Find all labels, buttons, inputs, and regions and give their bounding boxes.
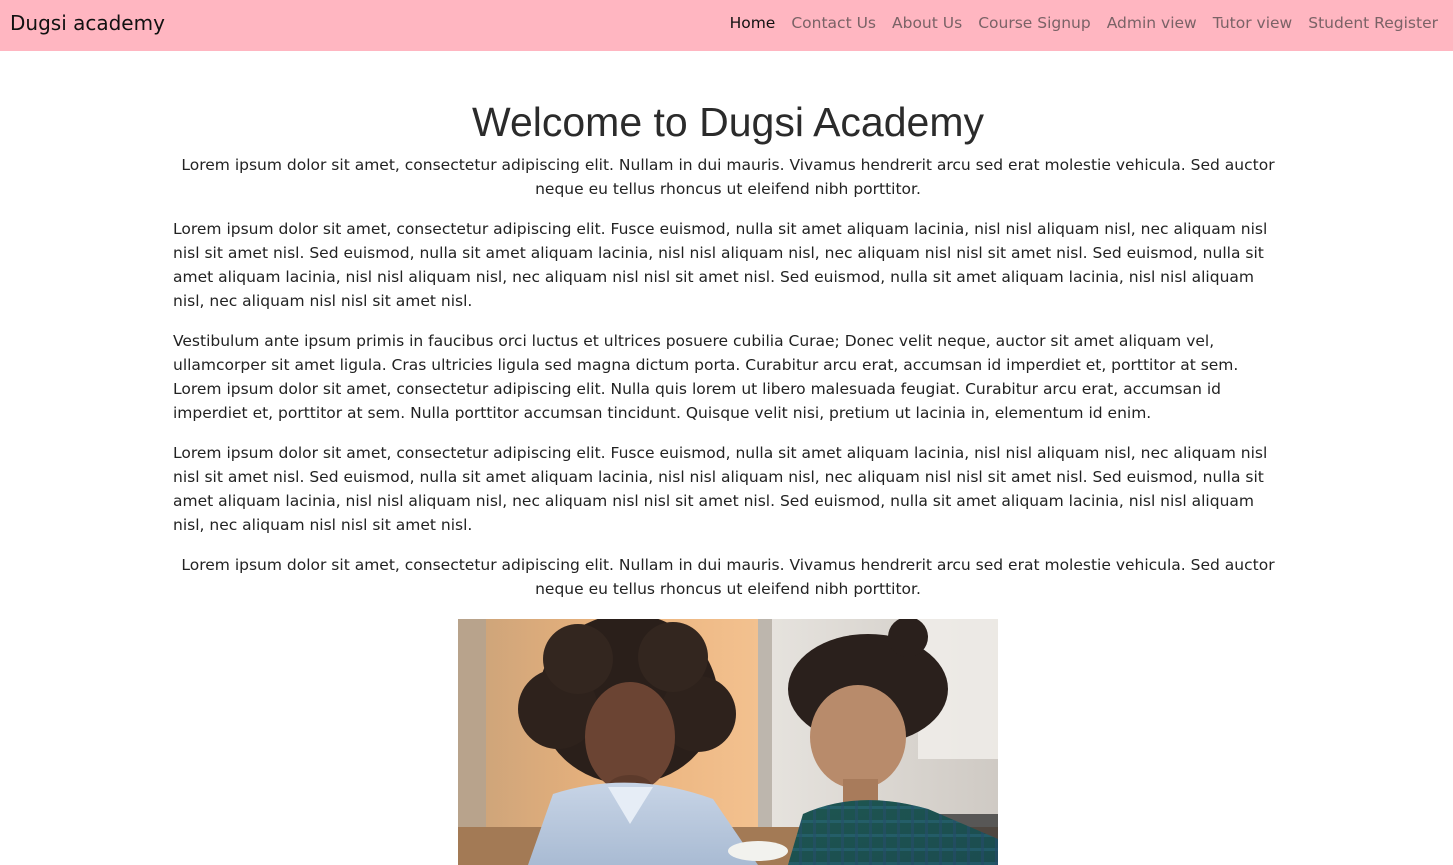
students-photo <box>458 619 998 865</box>
nav-item-about-us: About Us <box>892 13 962 33</box>
nav-link-admin-view[interactable]: Admin view <box>1107 14 1197 32</box>
nav-item-contact-us: Contact Us <box>791 13 876 33</box>
nav-link-home[interactable]: Home <box>730 14 776 32</box>
nav-links: Home Contact Us About Us Course Signup A… <box>730 13 1438 33</box>
nav-link-about-us[interactable]: About Us <box>892 14 962 32</box>
nav-item-home: Home <box>730 13 776 33</box>
body-paragraph-1: Lorem ipsum dolor sit amet, consectetur … <box>173 220 1268 310</box>
top-navbar: Dugsi academy Home Contact Us About Us C… <box>0 0 1453 51</box>
intro-paragraph: Lorem ipsum dolor sit amet, consectetur … <box>181 156 1275 198</box>
nav-link-contact-us[interactable]: Contact Us <box>791 14 876 32</box>
nav-link-tutor-view[interactable]: Tutor view <box>1213 14 1293 32</box>
main-content: Welcome to Dugsi Academy Lorem ipsum dol… <box>173 98 1283 601</box>
nav-item-course-signup: Course Signup <box>978 13 1091 33</box>
closing-paragraph: Lorem ipsum dolor sit amet, consectetur … <box>181 556 1275 598</box>
nav-item-student-register: Student Register <box>1308 13 1438 33</box>
nav-item-tutor-view: Tutor view <box>1213 13 1293 33</box>
body-paragraph-2: Vestibulum ante ipsum primis in faucibus… <box>173 332 1239 422</box>
page-title: Welcome to Dugsi Academy <box>472 99 984 145</box>
nav-item-admin-view: Admin view <box>1107 13 1197 33</box>
brand-link[interactable]: Dugsi academy <box>10 11 165 35</box>
nav-link-student-register[interactable]: Student Register <box>1308 14 1438 32</box>
body-paragraph-3: Lorem ipsum dolor sit amet, consectetur … <box>173 444 1268 534</box>
nav-link-course-signup[interactable]: Course Signup <box>978 14 1091 32</box>
students-photo-illustration <box>458 619 998 865</box>
